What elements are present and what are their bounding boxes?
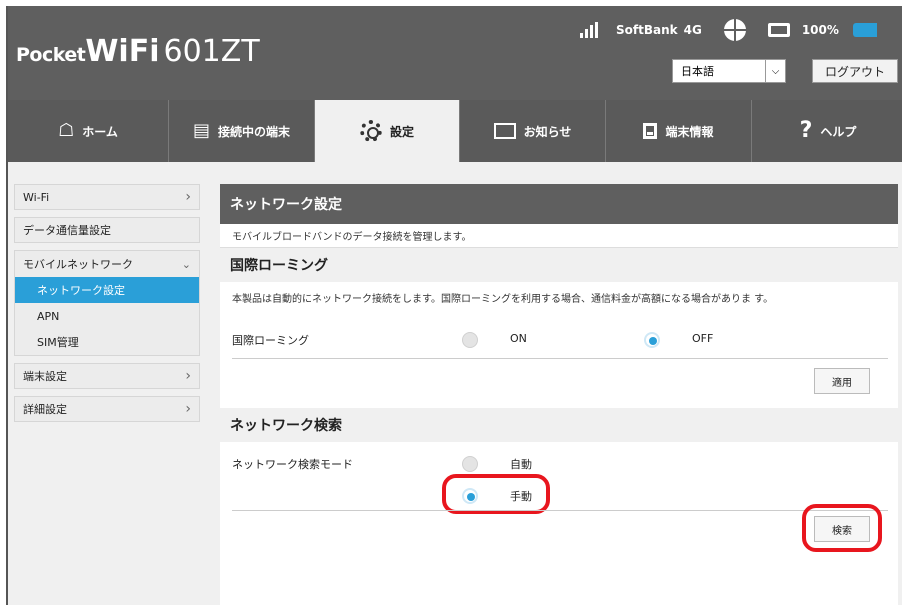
devices-icon: ▤ (192, 120, 210, 141)
main-panel: ネットワーク設定 モバイルブロードバンドのデータ接続を管理します。 国際ローミン… (220, 184, 898, 605)
search-mode-label: ネットワーク検索モード (232, 458, 353, 471)
mail-icon (493, 123, 516, 139)
tab-devices-label: 接続中の端末 (218, 124, 291, 139)
chevron-right-icon: › (185, 401, 191, 417)
sidebar-item-apn[interactable]: APN (15, 303, 199, 329)
tab-help-label: ヘルプ (820, 124, 857, 139)
tab-home-label: ホーム (82, 124, 118, 139)
chevron-down-icon[interactable]: ⌵ (765, 60, 785, 82)
roaming-label: 国際ローミング (232, 334, 309, 347)
roaming-off-radio[interactable] (644, 332, 660, 348)
section-search-title: ネットワーク検索 (220, 408, 898, 442)
sidebar-item-label: モバイルネットワーク (23, 258, 133, 271)
logo-pocket: Pocket (16, 44, 86, 66)
roaming-off-label: OFF (692, 332, 714, 345)
sidebar: Wi-Fi › データ通信量設定 モバイルネットワーク ⌄ ネットワーク設定 A… (14, 184, 200, 429)
tab-home[interactable]: ☖ ホーム (8, 100, 169, 162)
main-nav: ☖ ホーム ▤ 接続中の端末 設定 お知らせ 端末情報 ? ヘルプ (8, 100, 902, 162)
tab-notices-label: お知らせ (523, 124, 572, 139)
highlight-search-button (802, 504, 882, 552)
globe-icon (723, 19, 746, 41)
sidebar-item-label: 詳細設定 (23, 403, 67, 416)
chevron-down-icon: ⌄ (181, 257, 191, 271)
gear-icon (359, 120, 382, 142)
question-icon: ? (799, 118, 813, 143)
search-auto-radio[interactable] (462, 456, 478, 472)
section-roaming-title: 国際ローミング (220, 248, 898, 282)
sidebar-item-label: 端末設定 (23, 370, 67, 383)
roaming-on-label: ON (510, 332, 527, 345)
sidebar-item-label: データ通信量設定 (23, 224, 111, 237)
sidebar-item-advanced[interactable]: 詳細設定 › (14, 396, 200, 422)
tab-devices[interactable]: ▤ 接続中の端末 (169, 100, 315, 162)
page-title: ネットワーク設定 (220, 184, 898, 224)
roaming-apply-row: 適用 (220, 366, 898, 408)
logo-model: 601ZT (163, 34, 260, 69)
chevron-right-icon: › (185, 368, 191, 384)
divider (232, 358, 888, 359)
sidebar-item-sim[interactable]: SIM管理 (15, 329, 199, 355)
search-auto-label: 自動 (510, 458, 532, 471)
home-icon: ☖ (58, 120, 75, 141)
page-description: モバイルブロードバンドのデータ接続を管理します。 (220, 224, 898, 248)
sidebar-item-mobile[interactable]: モバイルネットワーク ⌄ (15, 251, 199, 277)
language-value: 日本語 (681, 65, 714, 78)
sidebar-item-label: Wi-Fi (23, 190, 50, 204)
logo-wifi: WiFi (85, 34, 160, 69)
roaming-description: 本製品は自動的にネットワーク接続をします。国際ローミングを利用する場合、通信料金… (232, 294, 774, 305)
tab-settings[interactable]: 設定 (315, 100, 460, 162)
tab-settings-label: 設定 (389, 124, 414, 139)
tab-notices[interactable]: お知らせ (460, 100, 606, 162)
network-type: 4G (683, 23, 702, 37)
header: PocketWiFi 601ZT SoftBank 4G 100% 日本語 ⌵ ロ… (8, 6, 902, 100)
tab-info[interactable]: 端末情報 (606, 100, 752, 162)
battery-level-bar (852, 23, 877, 37)
sidebar-item-device[interactable]: 端末設定 › (14, 363, 200, 389)
carrier-label: SoftBank (616, 23, 678, 37)
logout-button[interactable]: ログアウト (812, 59, 898, 83)
highlight-manual (442, 474, 550, 514)
language-select[interactable]: 日本語 ⌵ (672, 59, 786, 83)
sidebar-group-mobile: モバイルネットワーク ⌄ ネットワーク設定 APN SIM管理 (14, 250, 200, 356)
chevron-right-icon: › (185, 189, 191, 205)
roaming-row: 国際ローミング ON OFF (220, 326, 898, 366)
sidebar-item-wifi[interactable]: Wi-Fi › (14, 184, 200, 210)
divider (232, 510, 888, 511)
search-row: ネットワーク検索モード 自動 手動 検索 (220, 442, 898, 552)
app-frame: PocketWiFi 601ZT SoftBank 4G 100% 日本語 ⌵ ロ… (6, 6, 902, 605)
roaming-on-radio[interactable] (462, 332, 478, 348)
signal-icon (580, 22, 598, 38)
sidebar-item-data[interactable]: データ通信量設定 (14, 217, 200, 243)
status-bar: SoftBank 4G 100% (580, 18, 877, 42)
logo: PocketWiFi 601ZT (16, 34, 260, 69)
device-info-icon (643, 123, 658, 139)
battery-icon (767, 23, 790, 37)
battery-percent: 100% (801, 23, 839, 37)
tab-help[interactable]: ? ヘルプ (752, 100, 902, 162)
apply-button[interactable]: 適用 (814, 368, 870, 394)
tab-info-label: 端末情報 (665, 124, 714, 139)
sidebar-item-network-settings[interactable]: ネットワーク設定 (15, 277, 199, 303)
